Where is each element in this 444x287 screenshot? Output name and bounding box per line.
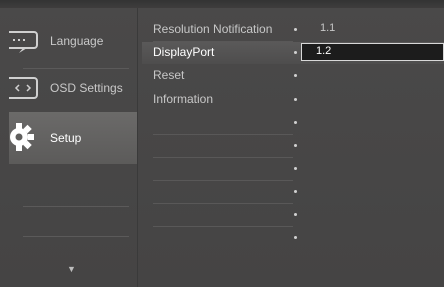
empty-setting-row — [142, 204, 444, 226]
setting-reset[interactable]: Reset — [142, 65, 444, 87]
setting-label: Information — [153, 92, 214, 106]
main-menu: Language OSD Settings Setup ▼ — [9, 8, 138, 287]
setting-resolution-notification[interactable]: Resolution Notification 1.1 — [142, 19, 444, 41]
bullet — [294, 51, 297, 54]
empty-setting-row — [142, 135, 444, 157]
bullet — [294, 121, 297, 124]
menu-tab-osd-settings[interactable]: OSD Settings — [9, 64, 137, 112]
bullet — [294, 167, 297, 170]
bullet — [294, 74, 297, 77]
empty-setting-row — [142, 227, 444, 249]
menu-tab-label: Language — [50, 34, 104, 48]
menu-tab-language[interactable]: Language — [9, 17, 137, 65]
empty-setting-row — [142, 112, 444, 134]
top-band — [0, 0, 444, 8]
divider — [23, 236, 129, 237]
menu-tab-setup[interactable]: Setup — [9, 112, 137, 164]
language-icon — [9, 31, 38, 53]
monitor-osd: Language OSD Settings Setup ▼ Resolution… — [0, 0, 444, 287]
bullet — [294, 28, 297, 31]
bullet — [294, 236, 297, 239]
setting-label: Resolution Notification — [153, 22, 273, 36]
setting-information[interactable]: Information — [142, 89, 444, 111]
bullet — [294, 98, 297, 101]
setting-displayport[interactable]: DisplayPort 1.2 — [142, 42, 444, 64]
menu-tab-label: OSD Settings — [50, 81, 123, 95]
setting-label: Reset — [153, 68, 185, 82]
gear-icon — [10, 123, 34, 151]
setting-value: 1.2 — [316, 45, 332, 57]
bullet — [294, 213, 297, 216]
bullet — [294, 190, 297, 193]
empty-setting-row — [142, 158, 444, 180]
setting-label: DisplayPort — [153, 45, 215, 59]
setting-value: 1.1 — [320, 22, 336, 34]
menu-tab-label: Setup — [50, 131, 82, 145]
bullet — [294, 144, 297, 147]
empty-setting-row — [142, 181, 444, 203]
divider — [23, 206, 129, 207]
displayport-value-box[interactable]: 1.2 — [301, 43, 444, 61]
scroll-down-arrow[interactable]: ▼ — [67, 264, 76, 274]
osd-settings-icon — [9, 77, 38, 99]
